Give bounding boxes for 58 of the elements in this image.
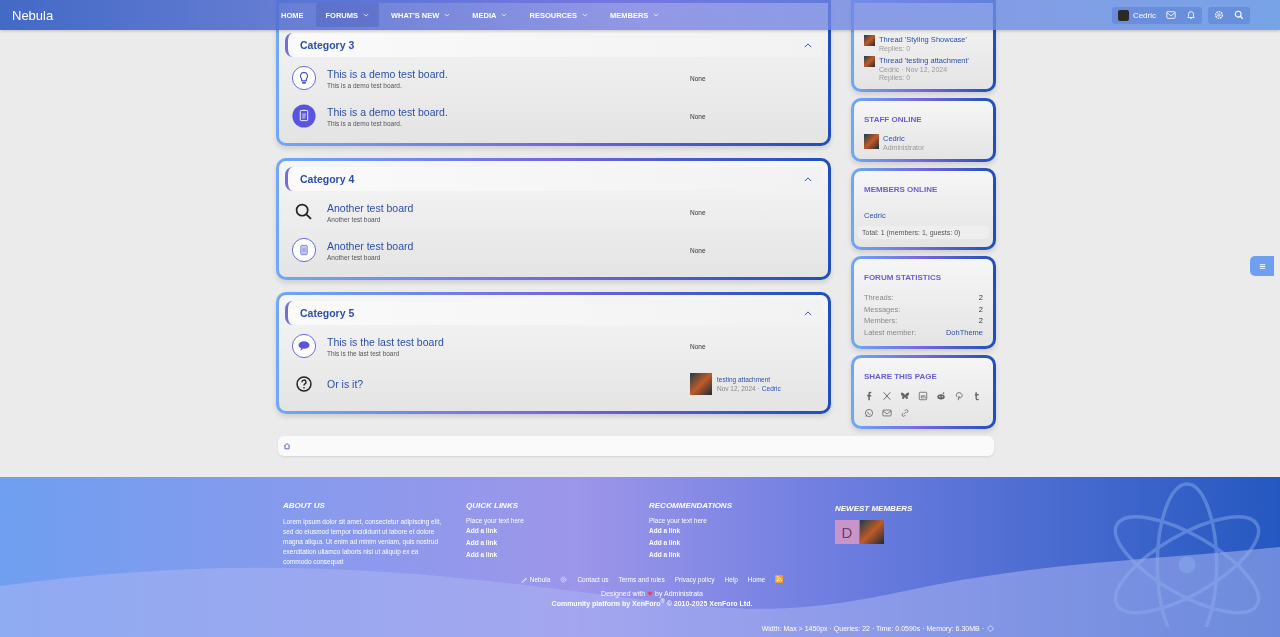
category-title[interactable]: Category 3 bbox=[300, 39, 355, 51]
pinterest-icon[interactable] bbox=[954, 391, 964, 401]
footer-heading: ABOUT US bbox=[283, 501, 326, 510]
facebook-icon[interactable] bbox=[864, 391, 874, 401]
butterfly-icon[interactable] bbox=[900, 391, 910, 401]
lightbulb-icon bbox=[291, 65, 317, 91]
caret-icon bbox=[363, 13, 369, 17]
search-icon[interactable] bbox=[1234, 10, 1244, 20]
mail-icon[interactable] bbox=[882, 408, 892, 418]
footer-heading: RECOMMENDATIONS bbox=[649, 501, 733, 510]
collapse-toggle-icon[interactable] bbox=[804, 42, 812, 48]
brush-icon bbox=[520, 575, 528, 583]
settings-icon[interactable] bbox=[1214, 10, 1224, 20]
caret-icon bbox=[653, 13, 660, 17]
card-title: MEMBERS ONLINE bbox=[864, 185, 939, 194]
category-title[interactable]: Category 4 bbox=[300, 173, 355, 185]
notification-bell-icon[interactable] bbox=[1186, 10, 1196, 20]
heart-icon bbox=[647, 591, 654, 596]
caret-icon bbox=[444, 13, 451, 17]
board-title-link[interactable]: This is a demo test board. bbox=[327, 105, 688, 118]
card-title: FORUM STATISTICS bbox=[864, 273, 943, 282]
footer-heading: QUICK LINKS bbox=[466, 501, 519, 510]
tumblr-icon[interactable] bbox=[972, 391, 982, 401]
home-icon[interactable] bbox=[283, 442, 291, 450]
linkedin-icon[interactable] bbox=[918, 391, 928, 401]
member-avatar[interactable] bbox=[860, 520, 884, 544]
board-title-link[interactable]: Another test board bbox=[327, 201, 688, 214]
rss-icon[interactable] bbox=[775, 575, 784, 583]
x-icon[interactable] bbox=[882, 391, 892, 401]
avatar-image bbox=[1117, 9, 1129, 21]
reddit-icon[interactable] bbox=[936, 391, 946, 401]
document-icon bbox=[291, 237, 317, 263]
board-title-link[interactable]: This is the last test board bbox=[327, 335, 688, 348]
avatar-image bbox=[864, 134, 879, 149]
whatsapp-icon[interactable] bbox=[864, 408, 874, 418]
collapse-toggle-icon[interactable] bbox=[804, 310, 812, 316]
speech-bubble-icon bbox=[291, 333, 317, 359]
collapse-toggle-icon[interactable] bbox=[804, 176, 812, 182]
avatar-image bbox=[690, 373, 712, 395]
caret-icon bbox=[501, 13, 508, 17]
link-icon[interactable] bbox=[900, 408, 910, 418]
menu-button[interactable] bbox=[1250, 256, 1274, 276]
card-title: SHARE THIS PAGE bbox=[864, 372, 938, 381]
card-title: STAFF ONLINE bbox=[864, 115, 923, 124]
settings-icon[interactable] bbox=[987, 625, 994, 632]
menu-icon bbox=[1257, 261, 1267, 271]
avatar-image bbox=[864, 35, 875, 46]
settings-icon[interactable] bbox=[560, 575, 568, 583]
category-title[interactable]: Category 5 bbox=[300, 307, 355, 319]
board-title-link[interactable]: Another test board bbox=[327, 239, 688, 252]
footer-heading: NEWEST MEMBERS bbox=[835, 504, 914, 513]
avatar-image bbox=[864, 56, 875, 67]
caret-icon bbox=[582, 13, 588, 17]
board-title-link[interactable]: This is a demo test board. bbox=[327, 67, 688, 80]
member-avatar[interactable]: D bbox=[835, 520, 859, 544]
site-logo[interactable]: Nebula bbox=[12, 7, 271, 23]
board-title-link[interactable]: Or is it? bbox=[327, 378, 688, 390]
document-icon bbox=[291, 103, 317, 129]
